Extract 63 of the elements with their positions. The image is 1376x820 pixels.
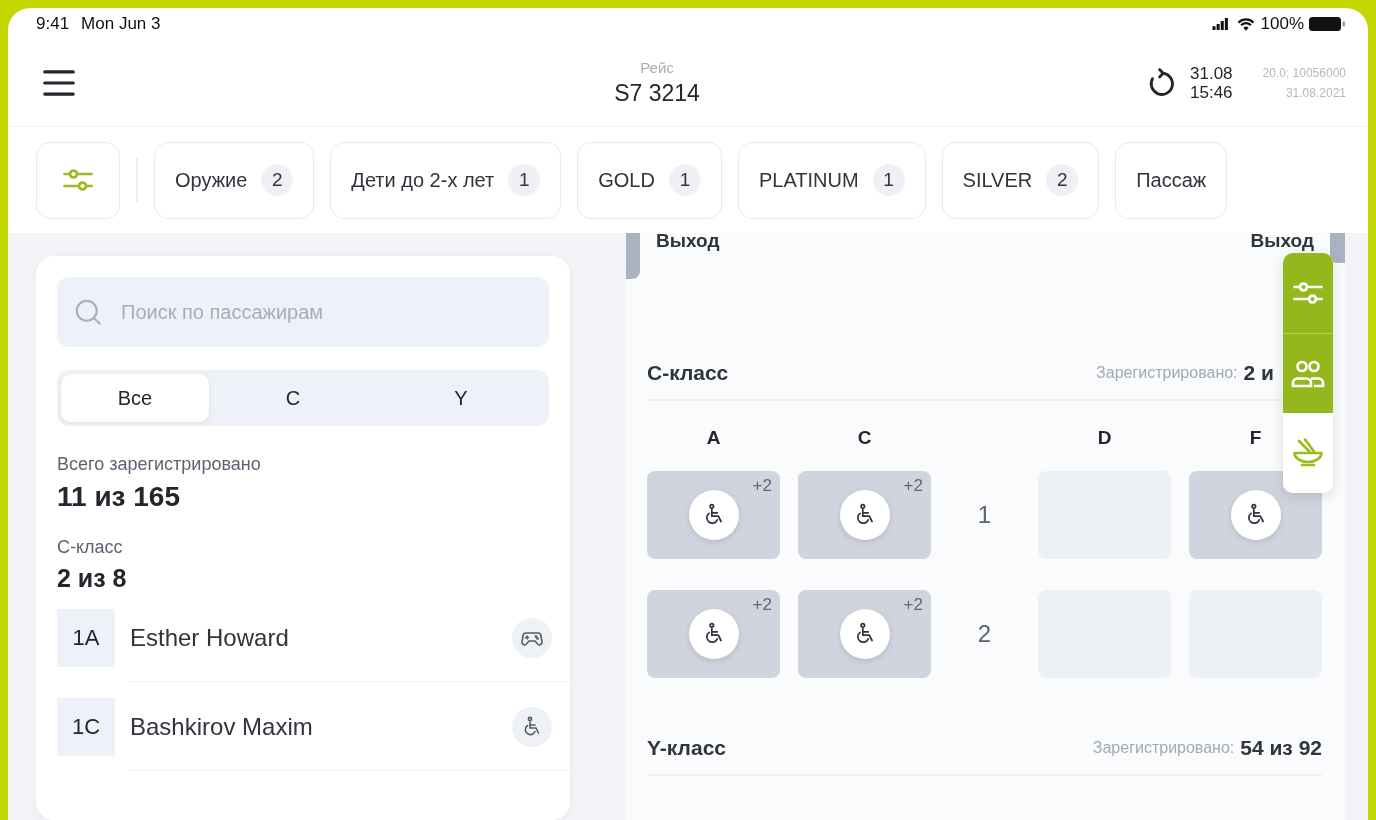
filter-chip[interactable]: PLATINUM 1 bbox=[737, 141, 926, 219]
count-badge: 1 bbox=[508, 164, 541, 196]
count-badge: 2 bbox=[1046, 164, 1079, 196]
battery-icon bbox=[1308, 15, 1346, 33]
seat-badge: 1A bbox=[57, 609, 115, 667]
occupied-seat[interactable]: +2 bbox=[647, 471, 780, 559]
exit-marker bbox=[1330, 233, 1345, 263]
class-tab[interactable]: C bbox=[209, 374, 377, 422]
totals-label: Всего зарегистрировано bbox=[57, 454, 262, 475]
row-number: 2 bbox=[976, 619, 993, 649]
extra-count: +2 bbox=[903, 476, 923, 496]
seat-column-letter: A bbox=[705, 427, 722, 449]
toolbar-button[interactable] bbox=[1283, 253, 1333, 333]
status-date: Mon Jun 3 bbox=[81, 14, 161, 34]
seat-column-letter: D bbox=[1096, 427, 1113, 449]
filter-button[interactable] bbox=[36, 141, 120, 219]
occupied-seat[interactable]: +2 bbox=[798, 471, 931, 559]
extra-count: +2 bbox=[903, 595, 923, 615]
filter-chip[interactable]: SILVER 2 bbox=[941, 141, 1100, 219]
seat-column-letter: F bbox=[1248, 427, 1263, 449]
filter-chip[interactable]: GOLD 1 bbox=[577, 141, 722, 219]
status-time: 9:41 bbox=[36, 14, 70, 34]
sync-time: 15:46 bbox=[1190, 83, 1233, 102]
registered-label: Зарегистрировано: bbox=[1092, 739, 1235, 757]
exit-label: Выход bbox=[1250, 233, 1314, 249]
class-title: С-класс bbox=[647, 361, 729, 385]
seat-column-letter: C bbox=[856, 427, 873, 449]
flight-label: Рейс bbox=[640, 59, 674, 76]
seat-badge: 1C bbox=[57, 698, 115, 756]
class-title: Y-класс bbox=[647, 736, 726, 760]
flight-number: S7 3214 bbox=[614, 80, 700, 107]
extra-count: +2 bbox=[752, 595, 772, 615]
filter-chip[interactable]: Оружие 2 bbox=[154, 141, 315, 219]
occupied-seat[interactable] bbox=[1189, 471, 1322, 559]
version-date: 31.08.2021 bbox=[1285, 85, 1346, 102]
passenger-name[interactable]: Esther Howard bbox=[130, 624, 512, 652]
registered-label: Зарегистрировано: bbox=[1096, 364, 1238, 382]
exit-marker bbox=[626, 233, 640, 279]
row-number: 1 bbox=[976, 500, 993, 530]
class-tab[interactable]: Y bbox=[377, 374, 545, 422]
search-field[interactable]: Поиск по пассажирам bbox=[57, 277, 549, 347]
extra-count: +2 bbox=[752, 476, 772, 496]
passenger-name[interactable]: Bashkirov Maxim bbox=[130, 713, 512, 741]
totals-label: С-класс bbox=[57, 537, 124, 558]
registered-count: 54 из 92 bbox=[1240, 736, 1322, 760]
filter-chip[interactable]: Дети до 2-х лет 1 bbox=[330, 141, 562, 219]
toolbar-button[interactable] bbox=[1283, 333, 1333, 413]
exit-label: Выход bbox=[656, 233, 720, 249]
totals-value: 11 из 165 bbox=[57, 481, 181, 513]
search-icon bbox=[73, 297, 103, 327]
occupied-seat[interactable]: +2 bbox=[647, 590, 780, 678]
registered-count: 2 и bbox=[1243, 361, 1274, 385]
count-badge: 2 bbox=[261, 164, 294, 196]
class-tab[interactable]: Все bbox=[61, 374, 209, 422]
toolbar-button[interactable] bbox=[1283, 413, 1333, 493]
count-badge: 1 bbox=[668, 164, 701, 196]
totals-value: 2 из 8 bbox=[57, 564, 128, 593]
battery-percent: 100% bbox=[1260, 14, 1304, 34]
version-text: 20.0; 10056000 bbox=[1262, 65, 1346, 82]
occupied-seat[interactable]: +2 bbox=[798, 590, 931, 678]
count-badge: 1 bbox=[872, 164, 905, 196]
filter-chip[interactable]: Пассаж bbox=[1115, 141, 1228, 219]
sync-date: 31.08 bbox=[1190, 64, 1233, 83]
